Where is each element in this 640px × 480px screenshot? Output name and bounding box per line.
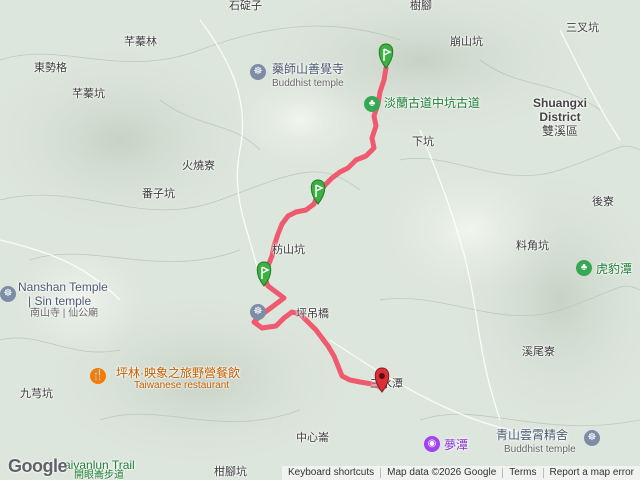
nanshan-temple-marker[interactable]: ☸ [0, 286, 16, 302]
tree-icon: ♣ [580, 262, 588, 273]
google-logo-text: Google [8, 456, 68, 476]
trail-marker[interactable]: ♣ [364, 96, 380, 112]
district-zh: 雙溪區 [541, 124, 578, 138]
poi-restaurant-name[interactable]: 坪林·映象之旅野營餐飲 [116, 366, 240, 380]
poi-mengtan-name[interactable]: 夢潭 [444, 438, 468, 452]
restaurant-marker[interactable]: 🍴 [90, 368, 106, 384]
label-pingdiaoqiao: 坪吊橋 [296, 308, 329, 320]
poi-restaurant-type: Taiwanese restaurant [134, 380, 230, 391]
google-logo: Google [8, 456, 68, 477]
keyboard-shortcuts-link[interactable]: Keyboard shortcuts [282, 466, 380, 480]
poi-qingshan-type: Buddhist temple [504, 444, 576, 455]
temple-north-marker[interactable]: ☸ [250, 64, 266, 80]
map-data-text: Map data ©2026 Google [387, 467, 497, 478]
poi-nanshan-en-line2: | Sin temple [28, 294, 92, 308]
report-error-link[interactable]: Report a map error [544, 466, 640, 480]
attribution-bar: Keyboard shortcuts Map data ©2026 Google… [281, 466, 640, 480]
hubaotan-marker[interactable]: ♣ [576, 260, 592, 276]
label-liaojiaokeng: 料角坑 [516, 240, 549, 252]
poi-hubaotan-name[interactable]: 虎豹潭 [596, 262, 632, 276]
mengtan-marker[interactable]: ◉ [424, 436, 440, 452]
label-shujiao: 樹腳 [410, 0, 432, 12]
label-fangshankeng: 枋山坑 [272, 244, 305, 256]
fork-knife-icon: 🍴 [91, 370, 105, 381]
district-en-line2: District [539, 110, 581, 124]
label-shidingzi: 石碇子 [229, 0, 262, 12]
district-label: Shuangxi District 雙溪區 [520, 96, 600, 138]
map-canvas[interactable]: 石碇子 樹腳 三叉坑 芊蓁林 崩山坑 東勢格 芊蓁坑 下坑 火燒寮 番子坑 後寮… [0, 0, 640, 480]
poi-nanshan-zh: 南山寺 | 仙公廟 [30, 308, 99, 319]
poi-temple-north-name[interactable]: 藥師山善覺寺 [272, 62, 344, 76]
label-jiuqiongkeng: 九芎坑 [20, 388, 53, 400]
poi-trail-name[interactable]: 淡蘭古道中坑古道 [384, 96, 480, 110]
poi-temple-north-type: Buddhist temple [272, 78, 344, 89]
poi-bottom-trail-zh: 開眼崙步道 [74, 470, 124, 480]
label-ganjiaokeng: 柑腳坑 [214, 466, 247, 478]
poi-nanshan-en-line1[interactable]: Nanshan Temple [18, 280, 108, 294]
poi-qingshan-name[interactable]: 青山雲霄精舍 [496, 428, 568, 442]
label-houliao: 後寮 [592, 196, 614, 208]
dharma-wheel-icon: ☸ [3, 288, 13, 299]
dharma-wheel-icon: ☸ [253, 66, 263, 77]
label-dongshige: 東勢格 [34, 62, 67, 74]
temple-bridge-marker[interactable]: ☸ [250, 304, 266, 320]
camera-icon: ◉ [427, 438, 437, 449]
hiking-route [251, 65, 389, 391]
district-en-line1: Shuangxi [532, 96, 587, 110]
label-xiweiliao: 溪尾寮 [522, 346, 555, 358]
dharma-wheel-icon: ☸ [587, 432, 597, 443]
tree-icon: ♣ [368, 98, 376, 109]
label-zhongxinlun: 中心崙 [296, 432, 329, 444]
label-bengshankeng: 崩山坑 [450, 36, 483, 48]
label-qianzhenkeng: 芊蓁坑 [72, 88, 105, 100]
dharma-wheel-icon: ☸ [253, 306, 263, 317]
label-xiakeng: 下坑 [412, 136, 434, 148]
label-huoshaoliao: 火燒寮 [182, 160, 215, 172]
qingshan-temple-marker[interactable]: ☸ [584, 430, 600, 446]
label-fanzikeng: 番子坑 [142, 188, 175, 200]
label-sanshuitan: 三水潭 [370, 378, 403, 390]
label-qianzhenlin: 芊蓁林 [124, 36, 157, 48]
terms-link[interactable]: Terms [503, 466, 542, 480]
label-sanchakeng: 三叉坑 [566, 22, 599, 34]
